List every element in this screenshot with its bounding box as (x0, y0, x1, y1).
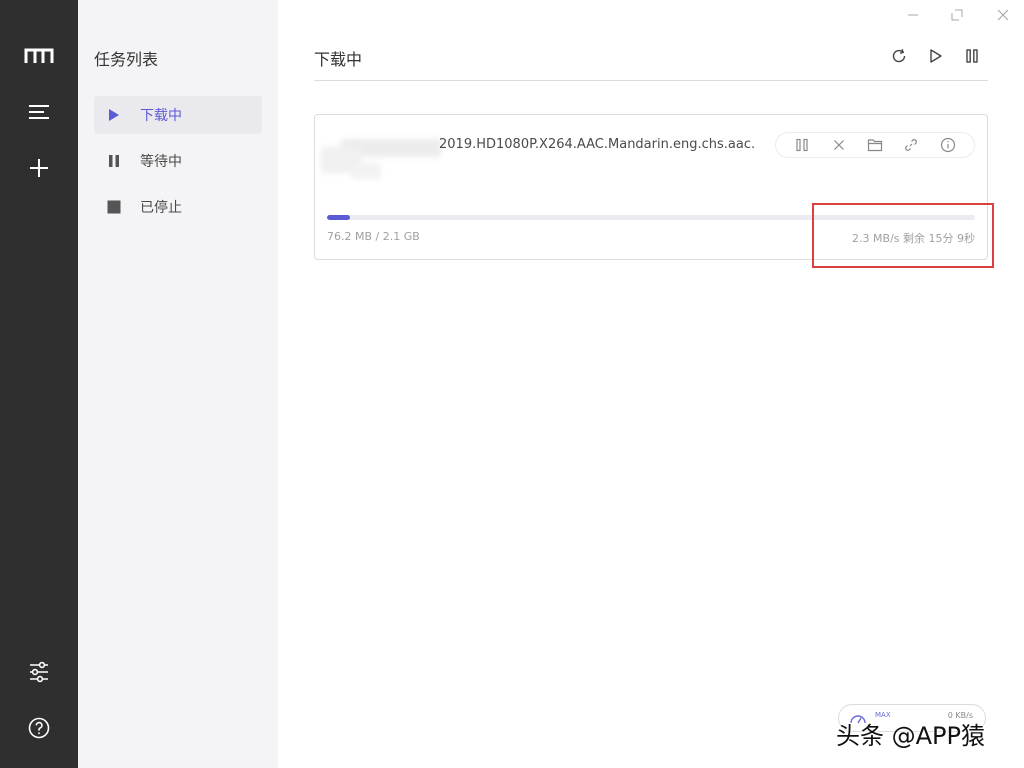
folder-icon[interactable] (865, 135, 885, 155)
task-list-title: 任务列表 (94, 50, 159, 69)
pause-icon[interactable] (792, 135, 812, 155)
nav-item-label: 已停止 (140, 200, 182, 216)
info-icon[interactable] (938, 135, 958, 155)
watermark-text: 头条 @APP猿 (836, 722, 985, 750)
add-icon[interactable] (19, 148, 59, 188)
nav-item-label: 下载中 (140, 108, 182, 124)
task-actions (775, 132, 975, 158)
title-divider (314, 80, 988, 81)
nav-item-stopped[interactable]: 已停止 (94, 188, 262, 226)
play-icon (106, 107, 122, 123)
settings-sliders-icon[interactable] (19, 652, 59, 692)
main-panel: 下载中 2019.HD1080P.X264.AAC.Mandarin.eng.c… (278, 0, 1024, 768)
task-filename: 2019.HD1080P.X264.AAC.Mandarin.eng.chs.a… (439, 137, 756, 152)
page-title: 下载中 (314, 50, 363, 69)
pause-icon (106, 153, 122, 169)
download-progress-fill (327, 215, 351, 220)
stop-icon (106, 199, 122, 215)
nav-item-label: 等待中 (140, 154, 182, 170)
logo-icon[interactable] (19, 36, 59, 76)
delete-icon[interactable] (829, 135, 849, 155)
highlight-annotation-box (812, 203, 994, 268)
nav-item-waiting[interactable]: 等待中 (94, 142, 262, 180)
refresh-icon[interactable] (887, 44, 911, 68)
resume-all-icon[interactable] (924, 44, 948, 68)
menu-icon[interactable] (19, 92, 59, 132)
task-list-panel: 任务列表 下载中 等待中 已停止 (78, 0, 278, 768)
motrix-window: 任务列表 下载中 等待中 已停止 下载中 2019.HD1080P.X264.A… (0, 0, 1024, 768)
maximize-icon[interactable] (946, 4, 968, 26)
left-rail (0, 0, 78, 768)
blurred-filename-prefix (321, 125, 441, 181)
link-icon[interactable] (901, 135, 921, 155)
pause-all-icon[interactable] (960, 44, 984, 68)
close-icon[interactable] (992, 4, 1014, 26)
minimize-icon[interactable] (902, 4, 924, 26)
download-size: 76.2 MB / 2.1 GB (327, 230, 420, 243)
nav-item-downloading[interactable]: 下载中 (94, 96, 262, 134)
help-icon[interactable] (19, 708, 59, 748)
